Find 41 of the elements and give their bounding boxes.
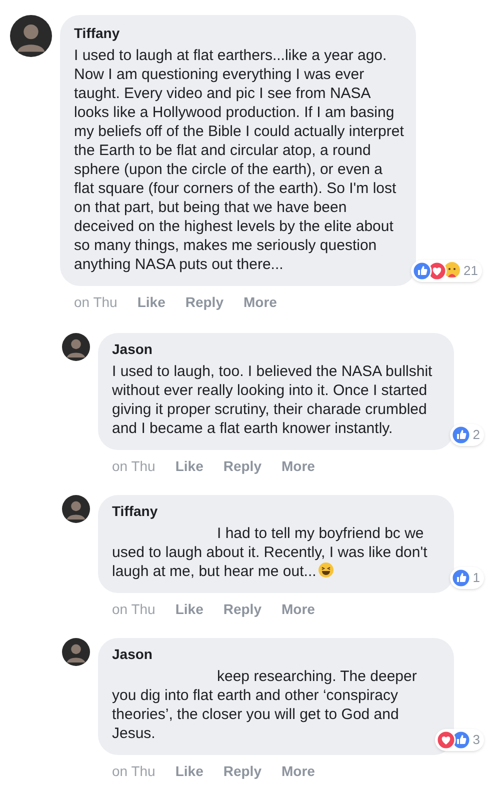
comment-action[interactable]: More (243, 292, 277, 313)
comment-text: I used to laugh at flat earthers...like a year ago. Now I am questioning everything I was ever taught. Every video and pic I see from NASA looks like a Hollywood production. If I am basing my beliefs off of the Bible I could actually interpret the Earth to be flat and circular atop, a round sphere (upon the circle of the earth), or even a flat square (four corners of the earth). So I'm lost on that part, but being that we have been deceived on the highest levels by the elite about so many things, makes me seriously question anything NASA puts out there... (74, 46, 404, 274)
avatar-icon[interactable] (62, 495, 90, 523)
comment-action[interactable]: Reply (223, 456, 262, 477)
comment-action[interactable]: Like (175, 456, 204, 477)
comment-action[interactable]: Like (175, 599, 204, 620)
author-name[interactable]: Jason (112, 339, 454, 359)
avatar-icon[interactable] (62, 638, 90, 666)
comment-text: I had to tell my boyfriend bc we used to laugh about it. Recently, I was like don't laugh at me, but hear me out... (112, 524, 428, 581)
reaction-count: 2 (472, 426, 480, 444)
comment-action[interactable]: Like (137, 292, 166, 313)
reaction-count: 21 (464, 262, 478, 280)
comment-action[interactable]: More (281, 456, 315, 477)
like-reaction-icon (412, 261, 432, 281)
comment-action[interactable]: Like (175, 761, 204, 782)
comment-action[interactable]: More (281, 761, 315, 782)
comment-text: I used to laugh, too. I believed the NASA bullshit without ever really looking into it. Once I started giving it proper scrutiny, their charade crumbled and I became a flat earth knower instantly. (112, 362, 434, 438)
reaction-count: 1 (472, 569, 480, 588)
comment-time: on Thu (112, 600, 156, 619)
reaction-summary[interactable]: 1 (450, 567, 484, 589)
comment-time: on Thu (112, 457, 156, 476)
comment-action[interactable]: Reply (223, 599, 262, 620)
laughing-emoji-icon (318, 562, 334, 578)
reaction-summary[interactable]: 2 (450, 424, 484, 446)
comment-time: on Thu (112, 762, 156, 781)
comment-action[interactable]: Reply (185, 292, 224, 313)
reaction-summary[interactable]: 3 (434, 729, 484, 751)
avatar-icon[interactable] (62, 333, 90, 361)
reaction-summary[interactable]: 21 (410, 260, 482, 282)
comment-action[interactable]: More (281, 599, 315, 620)
comment-time: on Thu (74, 293, 118, 312)
like-reaction-icon (450, 425, 471, 445)
avatar-icon[interactable] (10, 15, 52, 57)
comment-text: keep researching. The deeper you dig into flat earth and other ‘conspiracy theories’, the closer you will get to God and Jesus. (112, 667, 418, 743)
author-name[interactable]: Tiffany (74, 23, 416, 43)
comment-action[interactable]: Reply (223, 761, 262, 782)
reaction-count: 3 (472, 731, 480, 750)
author-name[interactable]: Jason (112, 644, 454, 664)
like-reaction-icon (450, 568, 471, 588)
author-name[interactable]: Tiffany (112, 501, 454, 521)
heart-reaction-icon (436, 730, 456, 750)
